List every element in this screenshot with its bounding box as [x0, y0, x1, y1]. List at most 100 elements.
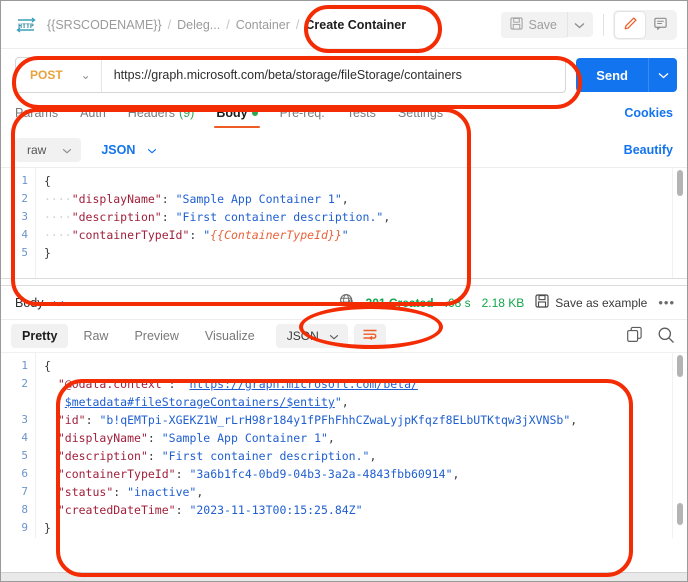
save-button[interactable]: Save — [500, 11, 567, 38]
response-size: 2.18 KB — [481, 295, 525, 310]
chevron-down-icon — [62, 143, 72, 157]
code-line[interactable]: "id": "b!qEMTpi-XGEKZ1W_rLrH98r184y1fPFh… — [36, 411, 669, 429]
request-scrollbar-thumb[interactable] — [677, 170, 683, 196]
response-scrollbar-thumb-lower[interactable] — [677, 503, 683, 525]
response-language-label: JSON — [286, 329, 319, 343]
response-more-button[interactable]: ••• — [658, 295, 675, 310]
code-line[interactable]: } — [36, 244, 669, 262]
tab-headers[interactable]: Headers (9) — [128, 106, 195, 128]
request-scrollbar-track[interactable] — [672, 168, 687, 278]
line-number: 5 — [21, 246, 28, 259]
breadcrumb-separator: / — [226, 17, 230, 32]
line-number: 5 — [21, 449, 28, 462]
response-body-selector[interactable]: Body — [15, 296, 64, 310]
tab-params-label: Params — [15, 106, 59, 120]
line-number: 6 — [21, 467, 28, 480]
response-meta-row: Body 201 Created .68 s 2.18 KB Save as e… — [1, 286, 687, 320]
code-line[interactable]: } — [36, 519, 669, 537]
line-number: 4 — [21, 431, 28, 444]
request-line-numbers: 1 2 3 4 5 — [1, 168, 35, 278]
line-number: 1 — [21, 174, 28, 187]
code-line[interactable]: "createdDateTime": "2023-11-13T00:15:25.… — [36, 501, 669, 519]
request-body-code[interactable]: {····"displayName": "Sample App Containe… — [35, 168, 669, 278]
breadcrumb: {{SRSCODENAME}} / Deleg... / Container /… — [47, 18, 501, 32]
breadcrumb-item-subfolder[interactable]: Container — [236, 18, 290, 32]
method-selector[interactable]: POST ⌄ — [16, 58, 102, 92]
request-header: HTTP {{SRSCODENAME}} / Deleg... / Contai… — [1, 1, 687, 49]
response-time: .68 s — [444, 295, 471, 310]
floppy-icon — [509, 16, 523, 33]
breadcrumb-item-folder[interactable]: Deleg... — [177, 18, 220, 32]
save-options-button[interactable] — [567, 12, 593, 37]
url-bar: POST ⌄ https://graph.microsoft.com/beta/… — [15, 57, 567, 93]
floppy-icon — [535, 294, 549, 311]
tab-auth[interactable]: Auth — [80, 106, 106, 128]
code-line[interactable]: ····"displayName": "Sample App Container… — [36, 190, 669, 208]
tab-body[interactable]: Body — [214, 106, 260, 128]
body-type-label: raw — [27, 143, 47, 157]
comments-button[interactable] — [645, 12, 675, 38]
code-line[interactable]: "displayName": "Sample App Container 1", — [36, 429, 669, 447]
tab-prerequest[interactable]: Pre-req. — [280, 106, 325, 128]
request-body-editor[interactable]: 1 2 3 4 5 {····"displayName": "Sample App Co… — [1, 167, 687, 278]
tab-auth-label: Auth — [80, 106, 106, 120]
response-tool-icons — [626, 326, 675, 347]
tab-pretty[interactable]: Pretty — [11, 324, 69, 348]
breadcrumb-separator: / — [167, 17, 172, 32]
code-line[interactable]: { — [36, 357, 669, 375]
breadcrumb-separator: / — [295, 17, 300, 32]
url-input[interactable]: https://graph.microsoft.com/beta/storage… — [102, 58, 565, 92]
send-button[interactable]: Send — [576, 58, 648, 92]
body-format-row: raw JSON Beautify — [1, 133, 687, 167]
code-line[interactable]: "status": "inactive", — [36, 483, 669, 501]
breadcrumb-item-request[interactable]: Create Container — [305, 18, 406, 32]
breadcrumb-item-collection[interactable]: {{SRSCODENAME}} — [47, 18, 162, 32]
response-language-selector[interactable]: JSON — [275, 324, 348, 348]
send-button-group: Send — [576, 58, 677, 92]
tab-tests[interactable]: Tests — [347, 106, 376, 128]
body-type-selector[interactable]: raw — [15, 138, 82, 162]
response-body-label: Body — [15, 295, 44, 310]
tab-visualize[interactable]: Visualize — [194, 324, 266, 348]
line-number — [1, 393, 35, 411]
code-line[interactable]: "@odata.context": "https://graph.microso… — [36, 375, 669, 393]
body-modified-dot — [251, 110, 258, 116]
tab-params[interactable]: Params — [15, 106, 58, 128]
line-number: 4 — [21, 228, 28, 241]
chevron-down-icon: ⌄ — [80, 68, 91, 82]
response-scrollbar-track[interactable] — [672, 353, 687, 538]
send-options-button[interactable] — [648, 58, 677, 92]
response-body-editor[interactable]: 1 2 3 4 5 6 7 8 9 { "@odata.context": "https://g… — [1, 352, 687, 538]
tab-settings-label: Settings — [397, 106, 444, 120]
save-as-example-button[interactable]: Save as example — [535, 294, 647, 311]
wrap-lines-button[interactable] — [353, 323, 386, 349]
response-body-code[interactable]: { "@odata.context": "https://graph.micro… — [35, 353, 669, 538]
code-line[interactable]: ····"containerTypeId": "{{ContainerTypeI… — [36, 226, 669, 244]
pane-splitter[interactable] — [1, 278, 687, 286]
tab-settings[interactable]: Settings — [398, 106, 443, 128]
response-scrollbar-thumb[interactable] — [677, 355, 683, 377]
code-line[interactable]: ····"description": "First container desc… — [36, 208, 669, 226]
line-number: 2 — [21, 192, 28, 205]
postman-window: HTTP {{SRSCODENAME}} / Deleg... / Contai… — [0, 0, 688, 582]
globe-lock-icon — [339, 293, 355, 312]
tab-raw[interactable]: Raw — [72, 324, 119, 348]
header-divider — [603, 13, 604, 36]
cookies-link[interactable]: Cookies — [624, 106, 673, 128]
line-number: 3 — [21, 210, 28, 223]
code-line[interactable]: { — [36, 172, 669, 190]
header-actions: Save — [500, 9, 677, 40]
search-icon[interactable] — [657, 326, 675, 347]
code-line[interactable]: "containerTypeId": "3a6b1fc4-0bd9-04b3-3… — [36, 465, 669, 483]
tab-preview[interactable]: Preview — [123, 324, 189, 348]
code-line[interactable]: $metadata#fileStorageContainers/$entity"… — [36, 393, 669, 411]
beautify-button[interactable]: Beautify — [624, 143, 673, 157]
copy-icon[interactable] — [626, 326, 643, 346]
chevron-down-icon — [53, 296, 64, 310]
chevron-down-icon — [147, 143, 157, 157]
edit-request-button[interactable] — [615, 11, 645, 38]
code-line[interactable]: "description": "First container descript… — [36, 447, 669, 465]
body-language-label: JSON — [101, 143, 136, 157]
status-badge: 201 Created — [365, 295, 434, 310]
body-language-selector[interactable]: JSON — [97, 138, 161, 162]
